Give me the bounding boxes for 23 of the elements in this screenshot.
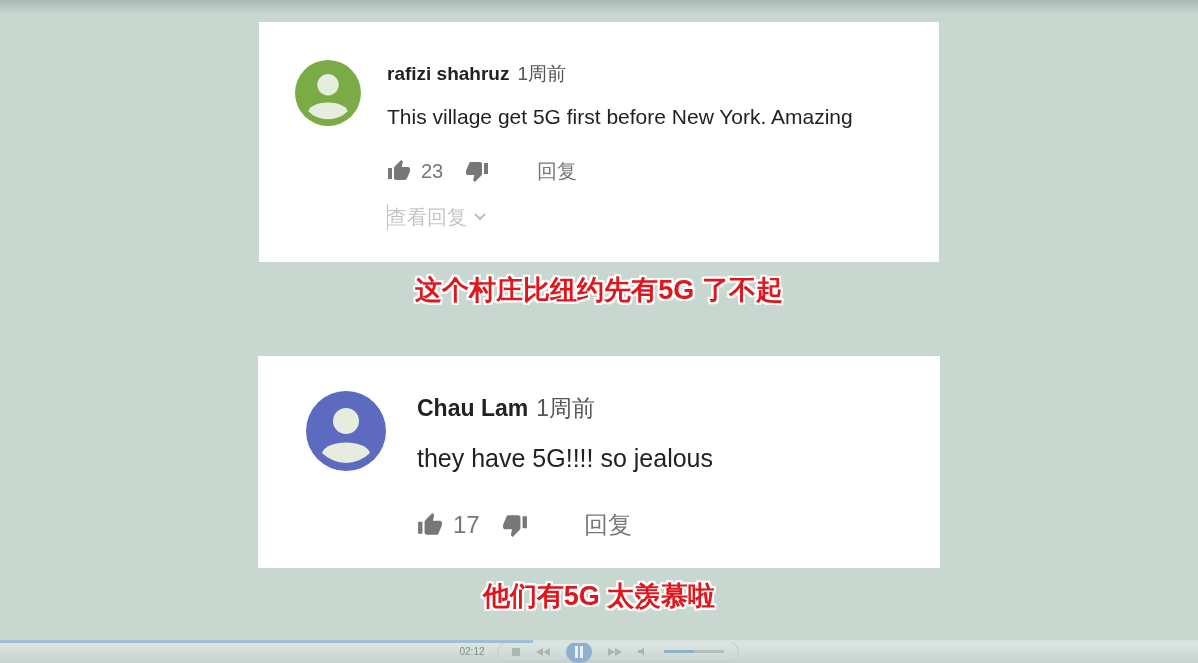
- subtitle: 他们有5G 太羡慕啦: [482, 581, 716, 611]
- stop-icon[interactable]: [511, 647, 520, 656]
- time-label: 02:12: [459, 645, 485, 659]
- comment-text: This village get 5G first before New York. Amazing: [387, 103, 853, 130]
- dislike-icon[interactable]: [465, 159, 490, 183]
- comment-text: they have 5G!!!! so jealous: [417, 442, 713, 474]
- author-name[interactable]: rafizi shahruz: [387, 60, 510, 89]
- volume-slider[interactable]: [663, 650, 694, 653]
- like-count: 23: [421, 159, 444, 184]
- like-icon[interactable]: [417, 512, 443, 538]
- reply-link[interactable]: 回复: [537, 156, 578, 186]
- comment-time: 1周前: [517, 62, 567, 86]
- author-name[interactable]: Chau Lam: [417, 391, 529, 426]
- progress-bar[interactable]: [0, 640, 534, 643]
- rewind-icon[interactable]: [535, 647, 550, 656]
- like-count: 17: [453, 510, 480, 540]
- chevron-down-icon: [473, 212, 487, 222]
- forward-icon[interactable]: [607, 647, 622, 656]
- comment-time: 1周前: [536, 394, 595, 423]
- like-icon[interactable]: [387, 159, 411, 183]
- reply-link[interactable]: 回复: [583, 507, 632, 543]
- dislike-icon[interactable]: [501, 512, 528, 538]
- subtitle: 这个村庄比纽约先有5G 了不起: [415, 275, 783, 305]
